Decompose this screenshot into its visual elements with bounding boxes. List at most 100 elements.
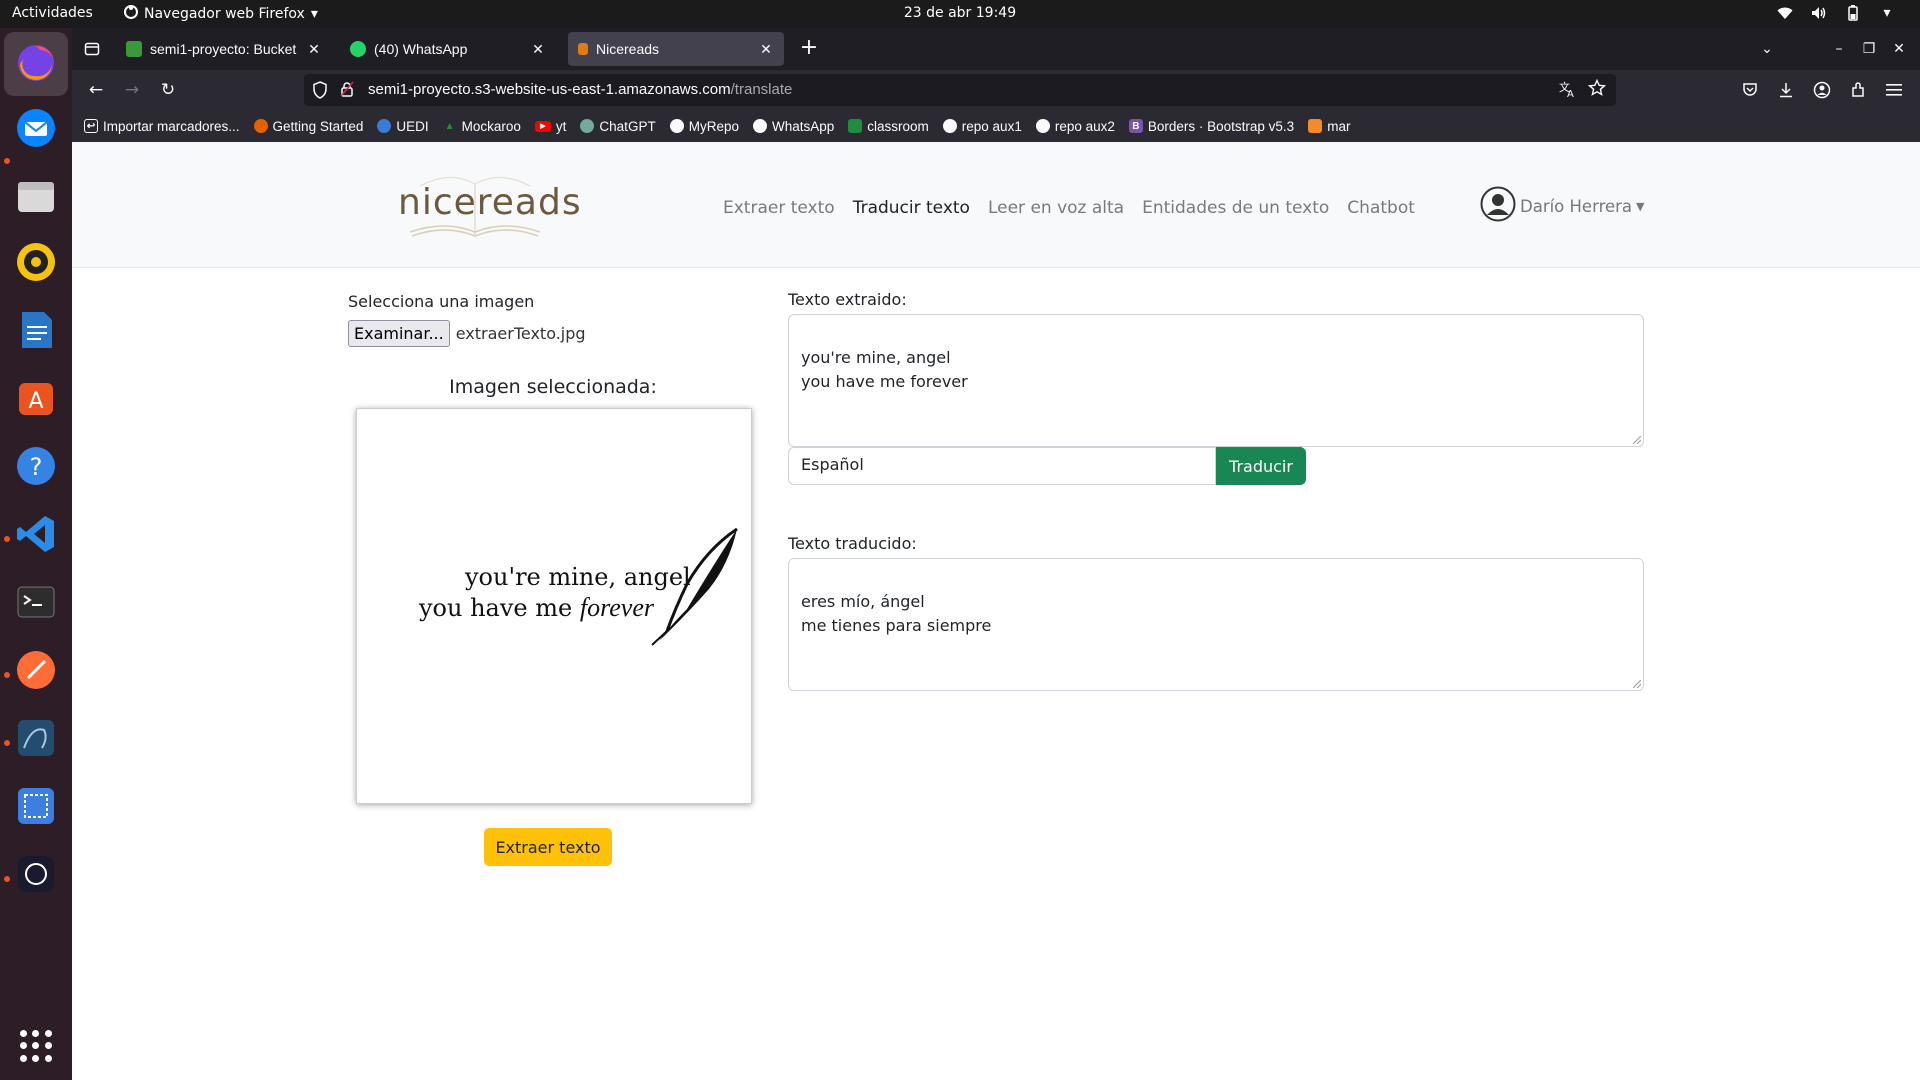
close-window-icon[interactable]: ✕ bbox=[1888, 38, 1910, 60]
dock-screenshot[interactable] bbox=[12, 784, 60, 832]
translate-button[interactable]: Traducir bbox=[1216, 447, 1306, 485]
bookmark-item[interactable]: WhatsApp bbox=[752, 119, 834, 134]
activities-button[interactable]: Actividades bbox=[12, 5, 93, 21]
dock-app-center[interactable]: A bbox=[12, 376, 60, 424]
system-top-bar: Actividades Navegador web Firefox ▾ 23 d… bbox=[0, 0, 1920, 28]
app-center-icon: A bbox=[14, 376, 58, 424]
github-icon bbox=[669, 119, 684, 133]
extensions-icon[interactable] bbox=[1846, 78, 1870, 102]
list-all-tabs-chevron-icon[interactable]: ⌄ bbox=[1756, 38, 1778, 60]
brand-logo[interactable]: nicereads bbox=[390, 166, 581, 246]
tab-nicereads[interactable]: Nicereads ✕ bbox=[568, 32, 784, 66]
app-menu[interactable]: Navegador web Firefox ▾ bbox=[124, 5, 318, 23]
firefox-small-icon bbox=[124, 5, 138, 23]
bookmark-item[interactable]: MyRepo bbox=[669, 119, 739, 134]
url-text: semi1-proyecto.s3-website-us-east-1.amaz… bbox=[368, 81, 793, 98]
bootstrap-icon: B bbox=[1128, 119, 1143, 133]
selected-image-title: Imagen seleccionada: bbox=[449, 376, 657, 398]
dock-files[interactable] bbox=[12, 174, 60, 222]
dock-help[interactable]: ? bbox=[12, 444, 60, 492]
s3-favicon-icon bbox=[126, 41, 142, 57]
tab-s3-bucket[interactable]: semi1-proyecto: Bucket de S3 ✕ bbox=[116, 32, 332, 66]
bookmark-item[interactable]: ▶ yt bbox=[534, 119, 566, 134]
image-preview: you're mine, angel you have me forever bbox=[356, 408, 752, 804]
navigation-toolbar: ← → ↻ semi1-proyecto.s3-website-us-east-… bbox=[72, 70, 1920, 110]
postman-icon bbox=[14, 648, 58, 696]
bookmark-item[interactable]: B Borders · Bootstrap v5.3 bbox=[1128, 119, 1294, 134]
dock-terminal[interactable] bbox=[12, 580, 60, 628]
extract-text-button[interactable]: Extraer texto bbox=[484, 828, 612, 866]
browse-button[interactable]: Examinar... bbox=[348, 320, 450, 347]
page-viewport: nicereads Extraer texto Traducir texto L… bbox=[72, 142, 1920, 1080]
firefox-icon bbox=[14, 40, 58, 88]
system-menu-chevron-icon: ▾ bbox=[1883, 5, 1891, 21]
bookmark-item[interactable]: classroom bbox=[848, 119, 929, 134]
firefox-view-icon[interactable] bbox=[80, 37, 104, 61]
forward-arrow-icon[interactable]: → bbox=[120, 78, 144, 102]
dock-vscode[interactable] bbox=[12, 512, 60, 560]
bookmark-item[interactable]: UEDI bbox=[377, 119, 429, 134]
preview-text-line2: you have me forever bbox=[419, 593, 654, 622]
show-applications-icon[interactable] bbox=[20, 1030, 52, 1062]
selected-file-name: extraerTexto.jpg bbox=[455, 324, 586, 343]
hamburger-menu-icon[interactable] bbox=[1882, 78, 1906, 102]
back-arrow-icon[interactable]: ← bbox=[84, 78, 108, 102]
nav-extraer-texto[interactable]: Extraer texto bbox=[723, 198, 835, 218]
bookmark-item[interactable]: Getting Started bbox=[253, 119, 363, 134]
svg-text:A: A bbox=[1567, 89, 1574, 98]
bookmark-item[interactable]: ↩ Importar marcadores... bbox=[84, 119, 240, 134]
user-dropdown[interactable]: Darío Herrera ▼ bbox=[1480, 186, 1645, 226]
dock-chat-app[interactable] bbox=[12, 852, 60, 900]
bookmark-item[interactable]: mar bbox=[1308, 119, 1350, 134]
dock-mysql-workbench[interactable] bbox=[12, 716, 60, 764]
bookmark-star-icon[interactable] bbox=[1587, 78, 1607, 101]
close-tab-icon[interactable]: ✕ bbox=[530, 41, 546, 57]
system-tray[interactable]: ▾ bbox=[1776, 4, 1896, 22]
dock-rhythmbox[interactable] bbox=[12, 240, 60, 288]
folder-icon bbox=[14, 174, 58, 222]
nav-traducir-texto[interactable]: Traducir texto bbox=[853, 198, 970, 218]
account-icon[interactable] bbox=[1810, 78, 1834, 102]
close-tab-icon[interactable]: ✕ bbox=[306, 41, 322, 57]
help-icon: ? bbox=[14, 444, 58, 492]
address-bar[interactable]: semi1-proyecto.s3-website-us-east-1.amaz… bbox=[304, 74, 1616, 106]
svg-text:?: ? bbox=[30, 453, 43, 481]
resize-handle-icon[interactable] bbox=[1633, 680, 1641, 688]
bookmark-item[interactable]: repo aux2 bbox=[1035, 119, 1115, 134]
battery-icon bbox=[1844, 4, 1862, 22]
reload-icon[interactable]: ↻ bbox=[156, 78, 180, 102]
user-avatar-icon bbox=[1480, 186, 1516, 226]
translate-icon[interactable]: 文A bbox=[1558, 80, 1576, 102]
nav-entidades[interactable]: Entidades de un texto bbox=[1142, 198, 1329, 218]
running-indicator bbox=[4, 158, 10, 164]
tracking-shield-icon[interactable] bbox=[312, 81, 328, 103]
image-panel: Selecciona una imagen Examinar... extrae… bbox=[348, 292, 758, 866]
chevron-down-icon: ▾ bbox=[310, 6, 318, 22]
dock-firefox[interactable] bbox=[4, 32, 68, 96]
firefox-icon bbox=[253, 119, 268, 133]
preview-text-line1: you're mine, angel bbox=[465, 563, 691, 591]
file-input[interactable]: Examinar... extraerTexto.jpg bbox=[348, 320, 586, 347]
terminal-icon bbox=[14, 580, 58, 628]
dock-thunderbird[interactable] bbox=[12, 106, 60, 154]
extracted-text-area[interactable]: you're mine, angel you have me forever bbox=[788, 314, 1644, 447]
minimize-icon[interactable]: – bbox=[1828, 38, 1850, 60]
downloads-icon[interactable] bbox=[1774, 78, 1798, 102]
nav-leer-en-voz-alta[interactable]: Leer en voz alta bbox=[988, 198, 1124, 218]
resize-handle-icon[interactable] bbox=[1633, 436, 1641, 444]
bookmark-item[interactable]: ChatGPT bbox=[580, 119, 656, 134]
language-select[interactable]: Español bbox=[788, 447, 1216, 485]
bookmark-item[interactable]: repo aux1 bbox=[942, 119, 1022, 134]
nav-chatbot[interactable]: Chatbot bbox=[1347, 198, 1415, 218]
translated-text-area[interactable]: eres mío, ángel me tienes para siempre bbox=[788, 558, 1644, 691]
new-tab-button[interactable]: + bbox=[798, 37, 820, 60]
dock-postman[interactable] bbox=[12, 648, 60, 696]
lock-icon[interactable] bbox=[340, 81, 354, 101]
restore-icon[interactable]: ❐ bbox=[1858, 38, 1880, 60]
dock-writer[interactable] bbox=[12, 308, 60, 356]
tab-whatsapp[interactable]: (40) WhatsApp ✕ bbox=[340, 32, 556, 66]
bookmark-item[interactable]: ▲ Mockaroo bbox=[443, 119, 521, 134]
pocket-icon[interactable] bbox=[1738, 78, 1762, 102]
close-tab-icon[interactable]: ✕ bbox=[758, 41, 774, 57]
whatsapp-icon bbox=[752, 119, 767, 133]
